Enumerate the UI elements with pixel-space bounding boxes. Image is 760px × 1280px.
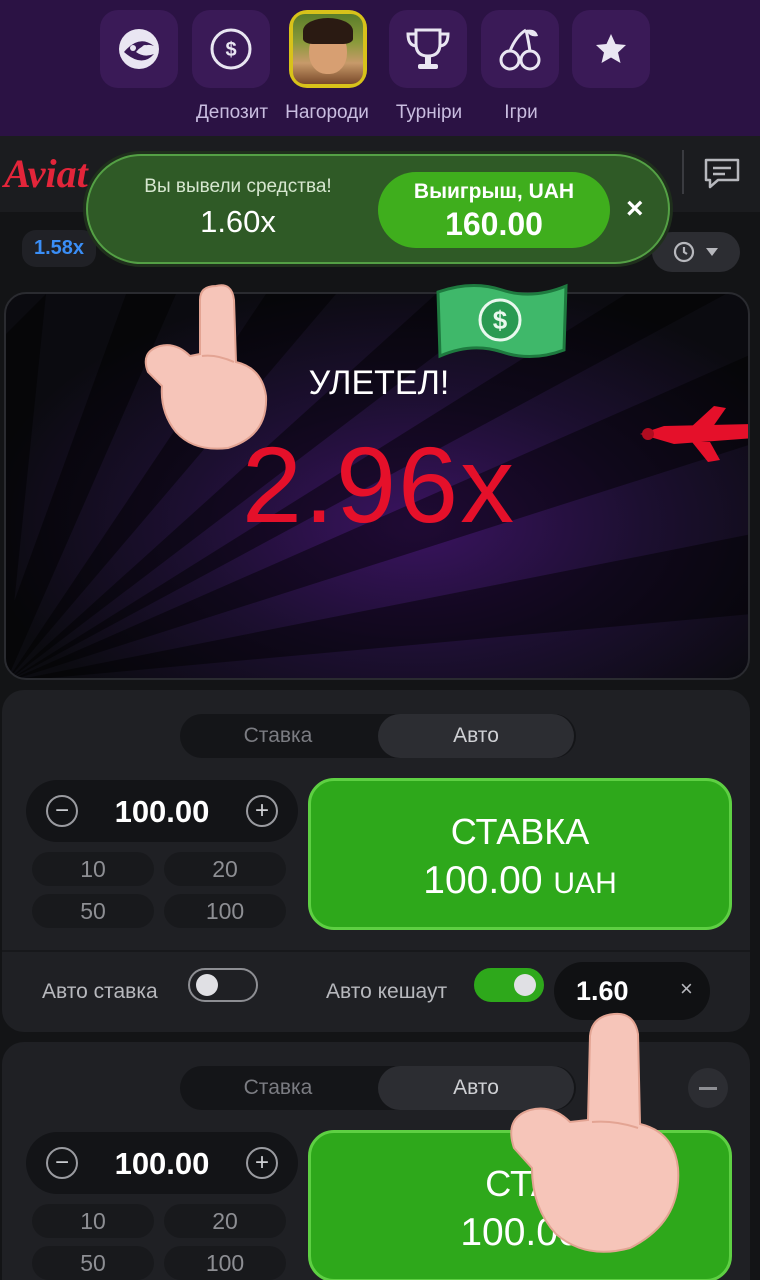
remove-panel-button[interactable] [688,1068,728,1108]
cashout-toast: Вы вывели средства! 1.60x Выигрыш, UAH 1… [86,154,670,264]
plus-button-2[interactable]: + [246,1147,278,1179]
plus-button[interactable]: + [246,795,278,827]
auto-bet-label: Авто ставка [42,980,158,1003]
bet-button-amount: 100.00 [423,859,543,902]
bet-amount-stepper: − 100.00 + [26,780,298,842]
clear-icon[interactable]: × [680,976,693,1002]
quick-amount-20-2[interactable]: 20 [164,1204,286,1238]
quick-amount-100-2[interactable]: 100 [164,1246,286,1280]
win-amount-badge: Выигрыш, UAH 160.00 [378,172,610,248]
win-value: 160.00 [445,206,543,242]
quick-amount-10[interactable]: 10 [32,852,154,886]
nav-item-rewards[interactable]: Нагороди [285,10,369,124]
app-root: $ Депозит Нагороди Турніри Ігри Aviat 1.… [0,0,760,1280]
plane-icon [634,398,748,473]
quick-amount-100[interactable]: 100 [164,894,286,928]
cherries-icon [481,10,559,88]
panel-divider [2,950,750,952]
minus-button[interactable]: − [46,795,78,827]
bet-amount-value[interactable]: 100.00 [76,794,248,830]
bet-amount-value-2[interactable]: 100.00 [76,1146,248,1182]
aviator-logo: Aviat [4,151,88,196]
bet-button-label: СТАВКА [450,811,590,852]
game-stage: УЛЕТЕЛ! 2.96x [4,292,750,680]
svg-text:$: $ [225,39,236,61]
minus-button-2[interactable]: − [46,1147,78,1179]
history-icon [673,241,695,263]
chat-icon[interactable] [702,156,742,190]
bet-panel-1: Ставка Авто − 100.00 + 10 20 50 100 СТАВ… [2,690,750,1032]
toast-message: Вы вывели средства! [144,176,332,197]
win-label: Выигрыш, UAH [413,180,575,203]
nav-item-games[interactable]: Ігри [481,10,561,124]
nav-item-tournaments[interactable]: Турніри [389,10,469,124]
dollar-coin-icon: $ [192,10,270,88]
quick-amount-50-2[interactable]: 50 [32,1246,154,1280]
bet-button-amount-line: 100.00 UAH [311,859,729,903]
quick-amount-20[interactable]: 20 [164,852,286,886]
top-nav: $ Депозит Нагороди Турніри Ігри [0,0,760,136]
bet-button-currency: UAH [553,867,617,900]
auto-bet-toggle[interactable] [188,968,258,1002]
nav-label-tournaments: Турніри [395,102,463,123]
chevron-down-icon [706,248,718,256]
place-bet-button[interactable]: СТАВКА 100.00 UAH [308,778,732,930]
close-icon[interactable]: × [626,192,644,226]
nav-label-rewards: Нагороди [285,102,369,123]
pointing-hand-icon-2 [506,1008,686,1261]
spiral-mask-icon [100,10,178,88]
auto-cashout-label: Авто кешаут [326,980,448,1003]
nav-label-games: Ігри [504,102,538,123]
nav-label-deposit: Депозит [195,102,269,123]
auto-cashout-value: 1.60 [576,976,629,1006]
history-multiplier[interactable]: 1.58x [22,230,97,267]
nav-item-mascot[interactable] [100,10,180,88]
bet-mode-tabs: Ставка Авто [180,714,576,758]
tab-bet-2[interactable]: Ставка [180,1066,376,1110]
header-divider [682,150,684,194]
nav-item-deposit[interactable]: $ Депозит [192,10,272,124]
tab-auto[interactable]: Авто [378,714,574,758]
history-button[interactable] [652,232,740,272]
toast-multiplier: 1.60x [200,204,276,239]
auto-cashout-toggle[interactable] [474,968,544,1002]
nav-item-favorites[interactable] [572,10,652,88]
svg-text:$: $ [493,305,508,335]
money-icon: $ [432,276,572,371]
tab-bet[interactable]: Ставка [180,714,376,758]
bet-amount-stepper-2: − 100.00 + [26,1132,298,1194]
avatar [289,10,367,88]
quick-amount-50[interactable]: 50 [32,894,154,928]
star-icon [572,10,650,88]
quick-amount-10-2[interactable]: 10 [32,1204,154,1238]
trophy-icon [389,10,467,88]
pointing-hand-icon [142,276,274,457]
